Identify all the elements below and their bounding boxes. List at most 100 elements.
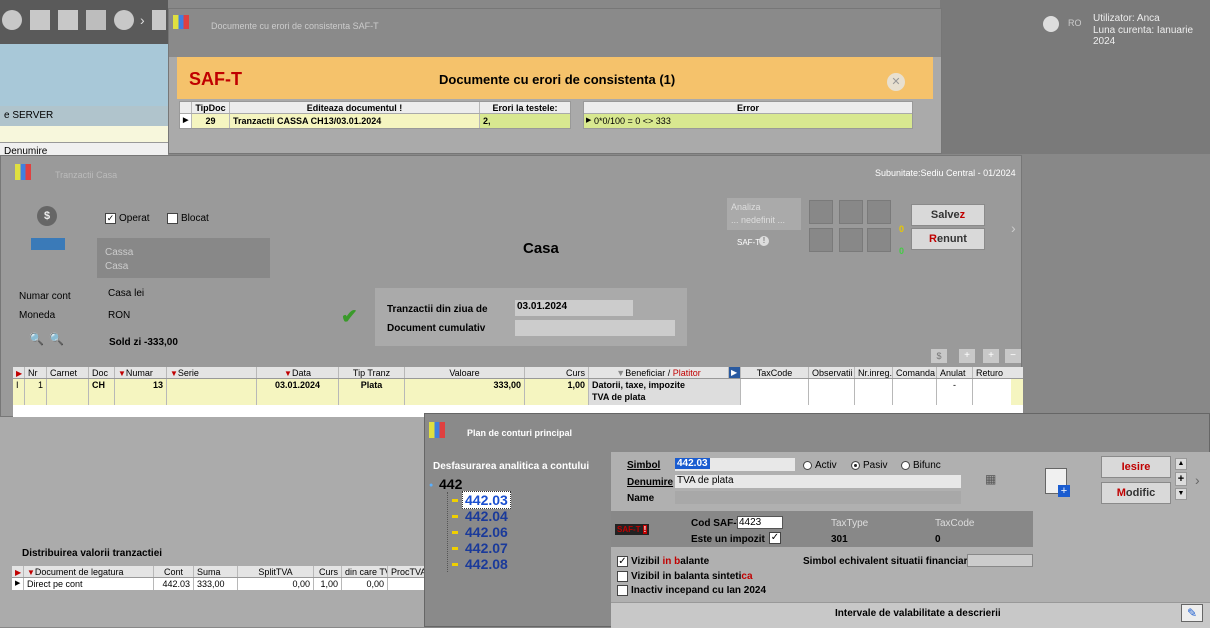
- cell-erori[interactable]: 2,: [480, 114, 570, 128]
- tree-item-1[interactable]: 442.03: [448, 491, 557, 509]
- blocat-checkbox[interactable]: [167, 213, 178, 224]
- modify-button[interactable]: Modific: [1101, 482, 1171, 504]
- cell-beneficiar[interactable]: Datorii, taxe, impozite TVA de plata: [589, 379, 741, 405]
- cell-error[interactable]: 0*0/100 = 0 <> 333: [594, 114, 671, 128]
- col-data[interactable]: ▼Data: [257, 367, 339, 378]
- col-carnet[interactable]: Carnet: [47, 367, 89, 378]
- cell-carnet[interactable]: [47, 379, 89, 405]
- zoom-out-icon[interactable]: 🔍: [49, 332, 64, 346]
- col-numar[interactable]: ▼Numar: [115, 367, 167, 378]
- doc-cumulativ-field[interactable]: [515, 320, 675, 336]
- radio-pasiv[interactable]: [851, 461, 860, 470]
- col-split[interactable]: SplitTVA: [238, 566, 314, 577]
- cell-curs[interactable]: 1,00: [525, 379, 589, 405]
- col-taxcode[interactable]: TaxCode: [741, 367, 809, 378]
- table-row[interactable]: ▶ 0*0/100 = 0 <> 333: [584, 114, 912, 128]
- col-comanda[interactable]: Comanda: [893, 367, 937, 378]
- dollar-small-icon[interactable]: $: [931, 349, 947, 363]
- cell-serie[interactable]: [167, 379, 257, 405]
- cell-tip-tranz[interactable]: Plata: [339, 379, 405, 405]
- col-anulat[interactable]: Anulat: [937, 367, 973, 378]
- close-icon[interactable]: ✕: [887, 73, 905, 91]
- table-row[interactable]: ▶ 29 Tranzactii CASSA CH13/03.01.2024 2,: [180, 114, 570, 128]
- col-error[interactable]: Error: [584, 102, 912, 114]
- col-nr-inreg[interactable]: Nr.inreg.: [855, 367, 893, 378]
- tree-item-5[interactable]: 442.08: [448, 556, 557, 572]
- col-doc-legatura[interactable]: ▼Document de legatura: [24, 566, 154, 577]
- cell-numar[interactable]: 13: [115, 379, 167, 405]
- chevron-right-icon[interactable]: ›: [1011, 220, 1016, 236]
- add-document-icon[interactable]: +: [1045, 468, 1070, 497]
- chevron-right-icon[interactable]: ›: [1195, 472, 1200, 488]
- col-suma[interactable]: Suma: [194, 566, 238, 577]
- add-doc-icon[interactable]: [58, 10, 78, 30]
- denumire-field[interactable]: TVA de plata: [675, 475, 961, 488]
- col-tip-tranz[interactable]: Tip Tranz: [339, 367, 405, 378]
- table-row[interactable]: ▶ Direct pe cont 442.03 333,00 0,00 1,00…: [12, 578, 424, 590]
- cell-cont[interactable]: 442.03: [154, 578, 194, 590]
- cell-retur[interactable]: [973, 379, 1011, 405]
- printer-icon[interactable]: [809, 228, 833, 252]
- chevron-right-icon[interactable]: ›: [140, 12, 145, 28]
- col-nr[interactable]: Nr: [25, 367, 47, 378]
- grid-icon[interactable]: [86, 10, 106, 30]
- cell-valoare[interactable]: 333,00: [405, 379, 525, 405]
- cell-doc[interactable]: CH: [89, 379, 115, 405]
- pause-icon[interactable]: [152, 10, 166, 30]
- tree-item-4[interactable]: 442.07: [448, 540, 557, 556]
- col-erori[interactable]: Erori la testele:: [480, 102, 570, 113]
- inactiv-checkbox[interactable]: [617, 585, 628, 596]
- tranz-date-field[interactable]: 03.01.2024: [515, 300, 633, 316]
- cell-comanda[interactable]: [893, 379, 937, 405]
- col-tipdoc[interactable]: TipDoc: [192, 102, 230, 113]
- copy-icon[interactable]: [839, 228, 863, 252]
- language-label[interactable]: RO: [1068, 18, 1082, 28]
- user-avatar-icon[interactable]: [1043, 16, 1059, 32]
- col-edit[interactable]: Editeaza documentul !: [230, 102, 480, 113]
- cell-doc-legatura[interactable]: Direct pe cont: [24, 578, 154, 590]
- calculator-icon[interactable]: [867, 200, 891, 224]
- grid-view-icon[interactable]: ▦: [985, 472, 1003, 488]
- col-observatii[interactable]: Observatii: [809, 367, 855, 378]
- plus-icon[interactable]: +: [1175, 472, 1187, 486]
- cell-observatii[interactable]: [809, 379, 855, 405]
- col-retur[interactable]: Returo: [973, 367, 1011, 378]
- numar-cont-value[interactable]: Casa lei: [108, 288, 144, 299]
- scroll-down-icon[interactable]: ▼: [1175, 488, 1187, 500]
- col-valoare[interactable]: Valoare: [405, 367, 525, 378]
- col-serie[interactable]: ▼Serie: [167, 367, 257, 378]
- cell-curs[interactable]: 1,00: [314, 578, 342, 590]
- tree-item-3[interactable]: 442.06: [448, 524, 557, 540]
- col-dincare[interactable]: din care TVA: [342, 566, 388, 577]
- cancel-icon[interactable]: [114, 10, 134, 30]
- edit-icon[interactable]: [30, 10, 50, 30]
- tree-item-2[interactable]: 442.04: [448, 508, 557, 524]
- cell-nr-inreg[interactable]: [855, 379, 893, 405]
- moneda-value[interactable]: RON: [108, 310, 130, 321]
- delete-row-icon[interactable]: −: [1005, 349, 1021, 363]
- col-doc[interactable]: Doc: [89, 367, 115, 378]
- save-button[interactable]: Salve z: [911, 204, 985, 226]
- lightbulb-icon[interactable]: [839, 200, 863, 224]
- echiv-field[interactable]: [967, 554, 1033, 567]
- radio-activ[interactable]: [803, 461, 812, 470]
- radio-bifunc[interactable]: [901, 461, 910, 470]
- cell-proc[interactable]: [388, 578, 424, 590]
- dollar-icon[interactable]: $: [37, 206, 57, 226]
- cell-data[interactable]: 03.01.2024: [257, 379, 339, 405]
- exit-button[interactable]: Iesire: [1101, 456, 1171, 478]
- cell-split[interactable]: 0,00: [238, 578, 314, 590]
- saft-info-icon[interactable]: !: [759, 236, 769, 246]
- cell-doc[interactable]: Tranzactii CASSA CH13/03.01.2024: [230, 114, 480, 128]
- cell-taxcode[interactable]: [741, 379, 809, 405]
- zoom-in-icon[interactable]: 🔍: [29, 332, 44, 346]
- cod-saft-field[interactable]: 4423: [737, 516, 783, 529]
- operat-checkbox[interactable]: ✓: [105, 213, 116, 224]
- cell-dincare[interactable]: 0,00: [342, 578, 388, 590]
- cell-nr[interactable]: 1: [25, 379, 47, 405]
- name-field[interactable]: [675, 491, 961, 504]
- cell-anulat[interactable]: -: [937, 379, 973, 405]
- document-icon[interactable]: [809, 200, 833, 224]
- col-cont[interactable]: Cont: [154, 566, 194, 577]
- folder-icon[interactable]: [867, 228, 891, 252]
